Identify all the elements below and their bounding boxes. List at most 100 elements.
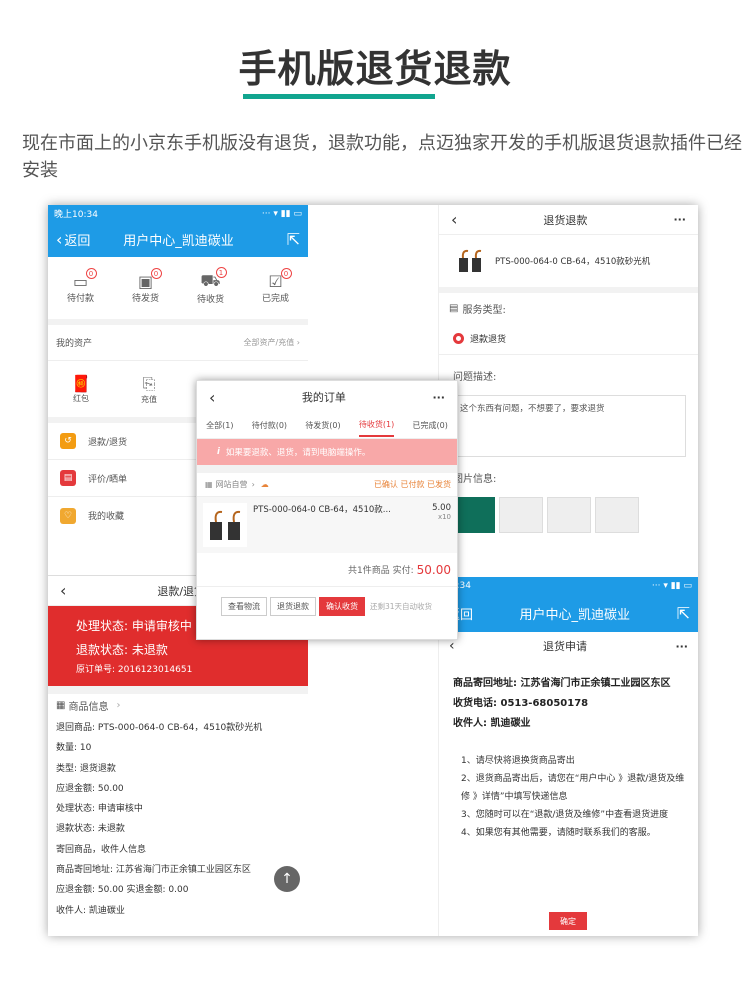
product-name: PTS-000-064-0 CB-64，4510款... [253,505,391,515]
back-chevron-icon[interactable]: ‹ [209,388,215,407]
share-icon[interactable]: ⇱ [287,230,300,249]
product-qty: x10 [437,513,451,521]
return-form-header: ‹ 退货退款 ··· [439,205,698,235]
status-bar: 晚上10:34 ··· ▾ ▮▮ ▭ [48,205,308,222]
product-price: 5.00 [432,503,451,513]
order-status: 已确认 已付款 已发货 [373,480,451,489]
image-slot[interactable] [499,497,543,533]
truck-icon: ⛟ [200,271,221,290]
arrow-up-icon: ↑ [281,871,293,887]
order-item[interactable]: PTS-000-064-0 CB-64，4510款... 5.00 x10 [197,497,457,553]
return-refund-button[interactable]: 退货退款 [270,596,316,616]
product-name: PTS-000-064-0 CB-64，4510款砂光机 [495,257,651,267]
confirm-button[interactable]: 确定 [549,912,587,930]
confirm-receipt-button[interactable]: 确认收货 [319,596,365,616]
more-icon[interactable]: ··· [673,213,686,226]
intro-text: 现在市面上的小京东手机版没有退货，退款功能，点迈独家开发的手机版退货退款插件已经… [22,133,742,181]
return-icon: ↺ [60,433,76,449]
page-title: 手机版退货退款 [238,47,512,91]
shop-icon: ▦ [56,699,66,711]
order-total: 50.00 [416,562,451,577]
info-line: 收件人: 凯迪碳业 [56,905,125,916]
apply-header: 返回 用户中心_凯迪碳业 ⇱ [439,594,698,632]
order-pending-receive[interactable]: ⛟ 1 待收货 [181,267,241,305]
chevron-right-icon: › [116,699,121,711]
info-line: 退款状态: 未退款 [56,824,125,835]
order-summary: 共1件商品 实付: 50.00 [197,553,457,587]
image-slot[interactable] [595,497,639,533]
info-line: 类型: 退货退款 [56,763,116,774]
check-icon: ☑ [268,272,283,291]
back-chevron-icon[interactable]: ‹ [60,581,66,600]
tab-pending-receive[interactable]: 待收货(1) [358,414,395,437]
chevron-right-icon: › [251,480,255,489]
product-thumbnail [453,244,487,278]
refund-status: 退款状态: 未退款 [76,643,168,657]
info-line: 商品寄回地址: 江苏省海门市正余镇工业园区东区 [56,865,251,876]
asset-red-packet[interactable]: 🧧 红包 [56,374,106,404]
shop-icon: ▦ [205,480,213,489]
assets-row[interactable]: 我的资产 全部资产/充值 › [48,325,308,361]
scroll-to-top-button[interactable]: ↑ [274,866,300,892]
info-icon: i [217,447,220,457]
return-apply-screen: 10:34 ··· ▾ ▮▮ ▭ 返回 用户中心_凯迪碳业 ⇱ ‹ 退货申请 ·… [438,577,698,936]
comment-icon: ▤ [60,470,76,486]
address-info: 商品寄回地址: 江苏省海门市正余镇工业园区东区 收货电话: 0513-68050… [439,660,698,734]
screenshot-collage: 晚上10:34 ··· ▾ ▮▮ ▭ ‹ 返回 用户中心_凯迪碳业 ⇱ ▭ 0 待… [48,205,698,936]
signal-battery-icon: ··· ▾ ▮▮ ▭ [651,580,692,591]
instruction-step: 3、您随时可以在“退款/退货及维修”中查看退货进度 [461,810,669,820]
tab-all[interactable]: 全部(1) [206,420,233,431]
tab-completed[interactable]: 已完成(0) [413,420,448,431]
image-slot[interactable] [547,497,591,533]
more-icon[interactable]: ··· [675,640,688,653]
goods-info-header[interactable]: ▦ 商品信息 › [48,694,308,716]
wallet-icon: ▭ [72,272,89,291]
order-pending-pay[interactable]: ▭ 0 待付款 [51,268,111,304]
header-title: 用户中心_凯迪碳业 [519,607,631,623]
share-icon[interactable]: ⇱ [677,604,690,623]
user-center-header: ‹ 返回 用户中心_凯迪碳业 ⇱ [48,222,308,257]
info-line: 处理状态: 申请审核中 [56,804,143,815]
info-line: 应退金额: 50.00 [56,783,124,794]
instruction-step: 2、退货商品寄出后，请您在“用户中心 》退款/退货及维修 》详情”中填写快递信息 [461,774,685,802]
image-info-label: 图片信息: [453,473,497,485]
product-thumbnail [203,503,247,547]
return-address: 商品寄回地址: 江苏省海门市正余镇工业园区东区 [453,678,671,689]
my-orders-header: ‹ 我的订单 ··· [197,381,457,413]
back-chevron-icon[interactable]: ‹ [451,210,457,229]
radio-selected-icon [453,333,464,344]
return-phone: 收货电话: 0513-68050178 [453,698,589,709]
instructions-list: 1、请尽快将退换货商品寄出 2、退货商品寄出后，请您在“用户中心 》退款/退货及… [439,734,698,842]
service-type-label: ▤ 服务类型: [449,302,506,316]
status-bar: 10:34 ··· ▾ ▮▮ ▭ [439,577,698,594]
box-icon: ▣ [137,272,154,291]
image-upload-row [439,497,698,533]
chevron-left-icon: ‹ [56,230,63,249]
back-button[interactable]: ‹ 返回 [56,230,90,249]
uploaded-image[interactable] [453,497,495,533]
tab-pending-pay[interactable]: 待付款(0) [252,420,287,431]
title-underline [243,94,435,99]
gift-icon: 🧧 [71,374,91,393]
asset-recharge[interactable]: ⎘ 充值 [124,374,174,405]
note-icon: ▤ [449,302,459,314]
more-icon[interactable]: ··· [432,391,445,404]
order-completed[interactable]: ☑ 0 已完成 [246,268,306,304]
recharge-icon: ⎘ [142,373,156,393]
view-logistics-button[interactable]: 查看物流 [221,596,267,616]
description-label: 问题描述: [453,371,497,383]
order-tabs: 全部(1) 待付款(0) 待发货(0) 待收货(1) 已完成(0) [197,413,457,439]
instruction-step: 1、请尽快将退换货商品寄出 [461,756,575,766]
back-chevron-icon[interactable]: ‹ [449,638,455,654]
service-option-refund-return[interactable]: 退款退货 [439,323,698,355]
info-line: 寄回商品，收件人信息 [56,844,147,855]
my-orders-screen: ‹ 我的订单 ··· 全部(1) 待付款(0) 待发货(0) 待收货(1) 已完… [196,380,458,640]
description-textarea[interactable]: 这个东西有问题，不想要了，要求退货 [453,395,686,457]
cloud-icon: ☁ [260,480,269,489]
status-time: 晚上10:34 [54,210,98,220]
shop-row[interactable]: ▦ 网站自营 › ☁ 已确认 已付款 已发货 [197,473,457,497]
order-pending-ship[interactable]: ▣ 0 待发货 [116,268,176,304]
apply-subheader: ‹ 退货申请 ··· [449,638,688,654]
notice-bar: i 如果要退款、退货，请到电脑端操作。 [197,439,457,465]
tab-pending-ship[interactable]: 待发货(0) [305,420,340,431]
